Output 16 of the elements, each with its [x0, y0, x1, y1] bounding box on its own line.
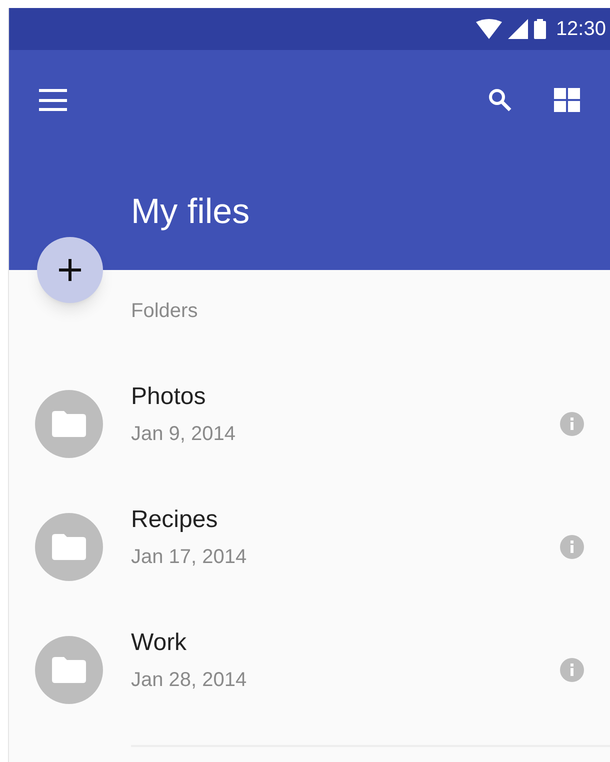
folder-date: Jan 9, 2014 [131, 422, 236, 446]
status-time: 12:30 [556, 17, 606, 42]
folder-name[interactable]: Work [131, 624, 187, 660]
folder-name[interactable]: Photos [131, 378, 206, 414]
folder-name[interactable]: Recipes [131, 502, 218, 538]
wifi-icon [476, 19, 502, 39]
search-icon[interactable] [488, 88, 512, 112]
folder-date: Jan 28, 2014 [131, 668, 247, 692]
section-header: Folders [131, 299, 198, 324]
grid-view-icon[interactable] [554, 88, 580, 112]
folder-date: Jan 17, 2014 [131, 544, 247, 570]
app-title: My files [131, 191, 250, 233]
menu-icon[interactable] [39, 89, 67, 111]
signal-icon [508, 19, 528, 39]
plus-icon [59, 259, 81, 281]
battery-icon [534, 19, 546, 39]
